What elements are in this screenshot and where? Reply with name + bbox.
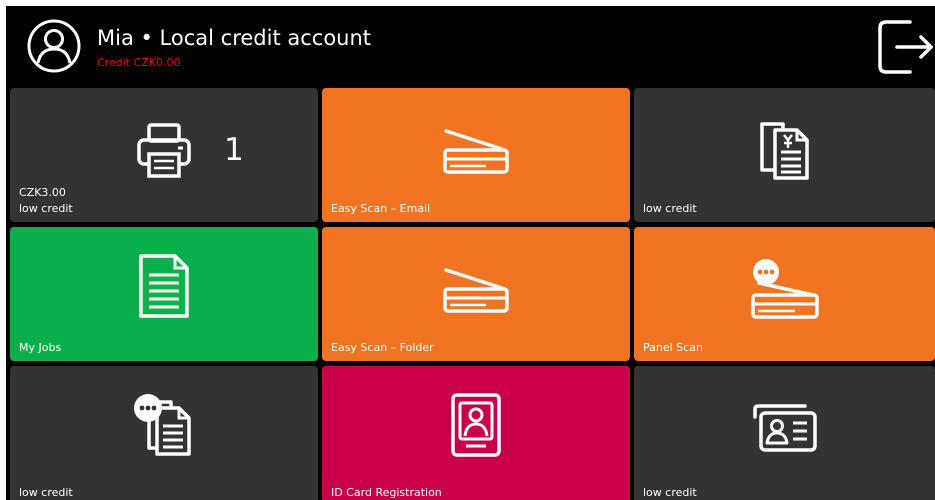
panel-copy-tile[interactable]: low credit — [10, 366, 318, 500]
credit-balance: Credit CZK0.00 — [97, 56, 181, 69]
user-account-title: Mia • Local credit account — [97, 26, 372, 50]
copy-tile[interactable]: low credit — [634, 88, 935, 222]
scanner-icon — [442, 127, 510, 177]
copy-documents-icon — [757, 118, 813, 182]
id-badge-icon — [450, 392, 502, 458]
tile-label: low credit — [19, 486, 73, 499]
id-card-icon — [751, 403, 819, 453]
printer-icon — [134, 120, 194, 180]
terminal-screen: Mia • Local credit account Credit CZK0.0… — [6, 6, 935, 500]
tile-label: Panel Scan — [643, 341, 703, 354]
my-jobs-tile[interactable]: My Jobs — [10, 227, 318, 361]
document-icon — [137, 253, 191, 319]
tile-label: ID Card Registration — [331, 486, 442, 499]
tile-label: low credit — [643, 202, 697, 215]
header-bar: Mia • Local credit account Credit CZK0.0… — [6, 6, 935, 86]
panel-scanner-icon — [749, 257, 821, 321]
user-avatar-icon[interactable] — [26, 18, 82, 74]
tile-label: My Jobs — [19, 341, 62, 354]
logout-icon[interactable] — [876, 18, 935, 76]
print-tile[interactable]: 1 CZK3.00 low credit — [10, 88, 318, 222]
tile-label: low credit — [643, 486, 697, 499]
id-card-copy-tile[interactable]: low credit — [634, 366, 935, 500]
tile-label: Easy Scan – Email — [331, 202, 431, 215]
id-card-registration-tile[interactable]: ID Card Registration — [322, 366, 630, 500]
documents-menu-icon — [131, 392, 197, 458]
panel-scan-tile[interactable]: Panel Scan — [634, 227, 935, 361]
easy-scan-email-tile[interactable]: Easy Scan – Email — [322, 88, 630, 222]
tile-label: Easy Scan – Folder — [331, 341, 434, 354]
scanner-icon — [442, 266, 510, 316]
tile-price: CZK3.00 — [19, 186, 66, 199]
tile-label: low credit — [19, 202, 73, 215]
easy-scan-folder-tile[interactable]: Easy Scan – Folder — [322, 227, 630, 361]
pending-jobs-count: 1 — [224, 132, 244, 168]
